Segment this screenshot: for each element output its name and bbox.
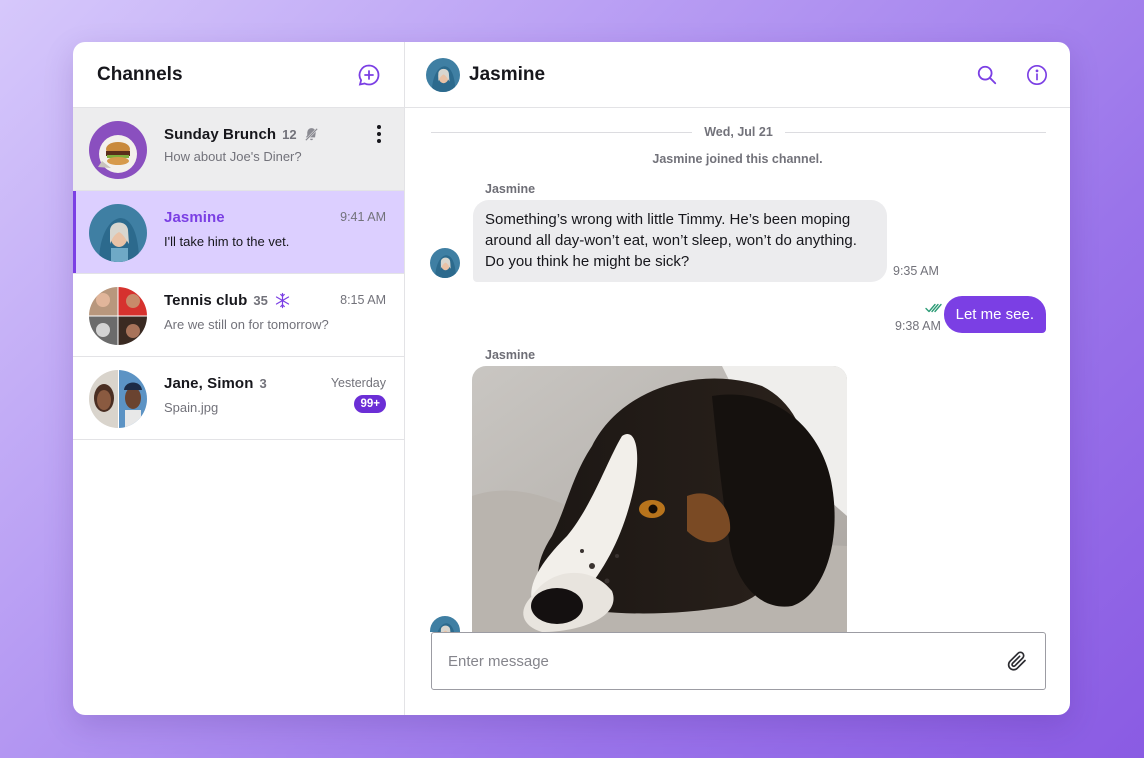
avatar: [430, 248, 460, 278]
avatar[interactable]: [426, 57, 460, 92]
channel-name: Tennis club: [164, 291, 248, 309]
info-button[interactable]: [1024, 62, 1050, 88]
message-time: 9:35 AM: [893, 264, 939, 278]
avatar: [89, 287, 147, 345]
avatar: [89, 204, 147, 262]
attach-button[interactable]: [1005, 649, 1029, 673]
chat-window: Channels Sunday Brunch 12 How about Joe'…: [73, 42, 1070, 715]
channel-preview: How about Joe's Diner?: [164, 149, 302, 164]
message-sender: Jasmine: [485, 182, 536, 196]
channel-options-button[interactable]: [372, 124, 386, 144]
channel-time: Yesterday: [330, 376, 386, 390]
chat-panel: Jasmine Wed, Jul 21 Jasmine joined this: [405, 42, 1070, 715]
channel-name: Jasmine: [164, 208, 225, 226]
channel-preview: I'll take him to the vet.: [164, 234, 290, 249]
chat-plus-icon: [358, 64, 380, 86]
channel-name: Sunday Brunch: [164, 125, 277, 143]
chat-title: Jasmine: [469, 63, 546, 85]
new-chat-button[interactable]: [356, 62, 382, 88]
avatar: [89, 370, 147, 428]
search-icon: [977, 65, 997, 84]
channel-name: Jane, Simon: [164, 374, 254, 392]
message-bubble-incoming[interactable]: Something’s wrong with little Timmy. He’…: [473, 200, 887, 282]
avatar: [430, 616, 460, 632]
date-separator: Wed, Jul 21: [431, 124, 1047, 140]
message-input[interactable]: [448, 652, 1005, 670]
chat-header: Jasmine: [405, 42, 1070, 108]
bell-muted-icon: [303, 126, 319, 142]
channel-time: 9:41 AM: [340, 210, 386, 224]
channel-preview: Spain.jpg: [164, 400, 219, 415]
channel-time: 8:15 AM: [340, 293, 386, 307]
message-image[interactable]: [472, 366, 847, 632]
date-label: Wed, Jul 21: [704, 125, 773, 139]
message-sender: Jasmine: [485, 348, 536, 362]
sidebar-header: Channels: [73, 42, 404, 108]
snowflake-icon: [275, 292, 289, 308]
member-count: 3: [259, 375, 267, 391]
channel-sidebar: Channels Sunday Brunch 12 How about Joe'…: [73, 42, 405, 715]
member-count: 12: [282, 126, 297, 142]
channel-preview: Are we still on for tomorrow?: [164, 317, 329, 332]
info-icon: [1027, 64, 1047, 85]
read-receipt-icon: [925, 303, 942, 313]
message-time: 9:38 AM: [895, 319, 941, 333]
member-count: 35: [253, 292, 268, 308]
message-composer: [431, 632, 1046, 690]
unread-badge: 99+: [354, 395, 386, 413]
channel-item-jasmine[interactable]: Jasmine 9:41 AM I'll take him to the vet…: [73, 191, 404, 274]
channel-item-jane-simon[interactable]: Jane, Simon 3 Yesterday Spain.jpg 99+: [73, 357, 404, 440]
avatar: [89, 121, 147, 179]
channel-item-sunday-brunch[interactable]: Sunday Brunch 12 How about Joe's Diner?: [73, 108, 404, 191]
sidebar-title: Channels: [97, 63, 183, 85]
channel-item-tennis-club[interactable]: Tennis club 35 8:15 AM Are we still on f…: [73, 274, 404, 357]
paperclip-icon: [1007, 651, 1026, 671]
search-button[interactable]: [974, 62, 1000, 88]
message-bubble-outgoing[interactable]: Let me see.: [943, 296, 1046, 333]
system-message: Jasmine joined this channel.: [652, 152, 823, 166]
